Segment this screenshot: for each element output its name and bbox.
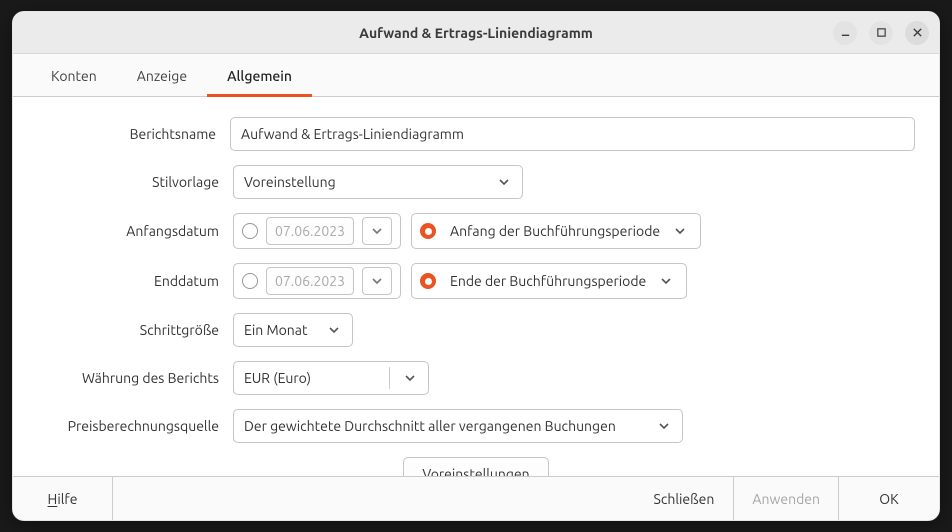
schliessen-button[interactable]: Schließen xyxy=(634,477,734,520)
chevron-down-icon xyxy=(656,418,672,434)
anfangsdatum-relative-select[interactable]: Anfang der Buchführungsperiode xyxy=(444,217,692,245)
anfangsdatum-relative-group: Anfang der Buchführungsperiode xyxy=(411,213,701,249)
hilfe-button[interactable]: Hilfe xyxy=(13,477,113,520)
chevron-down-icon xyxy=(658,273,674,289)
anfangsdatum-fixed-radio[interactable] xyxy=(242,223,258,239)
label-enddatum: Enddatum xyxy=(37,273,233,289)
schrittgroesse-value: Ein Monat xyxy=(244,322,308,338)
tab-panel-allgemein: Berichtsname Stilvorlage Voreinstellung … xyxy=(13,97,939,476)
minimize-button[interactable] xyxy=(833,21,857,45)
chevron-down-icon xyxy=(402,370,418,386)
tab-konten[interactable]: Konten xyxy=(31,54,117,96)
label-anfangsdatum: Anfangsdatum xyxy=(37,223,233,239)
label-schrittgroesse: Schrittgröße xyxy=(37,322,233,338)
enddatum-relative-radio[interactable] xyxy=(420,273,436,289)
enddatum-fixed-group xyxy=(233,263,401,299)
window-controls xyxy=(833,21,929,45)
window-title: Aufwand & Ertrags-Liniendiagramm xyxy=(359,25,593,41)
waehrung-value: EUR (Euro) xyxy=(244,370,311,386)
berichtsname-input[interactable] xyxy=(230,117,915,151)
tab-bar: Konten Anzeige Allgemein xyxy=(13,54,939,97)
footer-spacer xyxy=(113,477,634,520)
ok-button[interactable]: OK xyxy=(839,477,939,520)
stilvorlage-select[interactable]: Voreinstellung xyxy=(233,165,523,199)
waehrung-select[interactable]: EUR (Euro) xyxy=(233,361,429,395)
anfangsdatum-fixed-input xyxy=(266,217,354,245)
label-waehrung: Währung des Berichts xyxy=(37,370,233,386)
titlebar: Aufwand & Ertrags-Liniendiagramm xyxy=(13,12,939,54)
anfangsdatum-relative-radio[interactable] xyxy=(420,223,436,239)
tab-allgemein[interactable]: Allgemein xyxy=(207,54,312,96)
enddatum-fixed-input xyxy=(266,267,354,295)
enddatum-relative-group: Ende der Buchführungsperiode xyxy=(411,263,687,299)
enddatum-relative-select[interactable]: Ende der Buchführungsperiode xyxy=(444,267,678,295)
stilvorlage-value: Voreinstellung xyxy=(244,174,336,190)
label-stilvorlage: Stilvorlage xyxy=(37,174,233,190)
anfangsdatum-relative-value: Anfang der Buchführungsperiode xyxy=(450,223,660,239)
separator xyxy=(389,367,390,389)
maximize-button[interactable] xyxy=(869,21,893,45)
preisquelle-value: Der gewichtete Durchschnitt aller vergan… xyxy=(244,418,616,434)
dialog-footer: Hilfe Schließen Anwenden OK xyxy=(13,476,939,520)
label-berichtsname: Berichtsname xyxy=(37,126,230,142)
chevron-down-icon xyxy=(672,223,688,239)
chevron-down-icon xyxy=(326,322,342,338)
anfangsdatum-fixed-dropdown[interactable] xyxy=(362,217,392,245)
label-preisquelle: Preisberechnungsquelle xyxy=(37,418,233,434)
preisquelle-select[interactable]: Der gewichtete Durchschnitt aller vergan… xyxy=(233,409,683,443)
anfangsdatum-fixed-group xyxy=(233,213,401,249)
enddatum-fixed-dropdown[interactable] xyxy=(362,267,392,295)
enddatum-relative-value: Ende der Buchführungsperiode xyxy=(450,273,646,289)
voreinstellungen-button[interactable]: Voreinstellungen xyxy=(403,457,548,476)
enddatum-fixed-radio[interactable] xyxy=(242,273,258,289)
chevron-down-icon xyxy=(496,174,512,190)
tab-anzeige[interactable]: Anzeige xyxy=(117,54,207,96)
schrittgroesse-select[interactable]: Ein Monat xyxy=(233,313,353,347)
dialog-window: Aufwand & Ertrags-Liniendiagramm Konten … xyxy=(12,11,940,521)
close-button[interactable] xyxy=(905,21,929,45)
anwenden-button: Anwenden xyxy=(734,477,839,520)
